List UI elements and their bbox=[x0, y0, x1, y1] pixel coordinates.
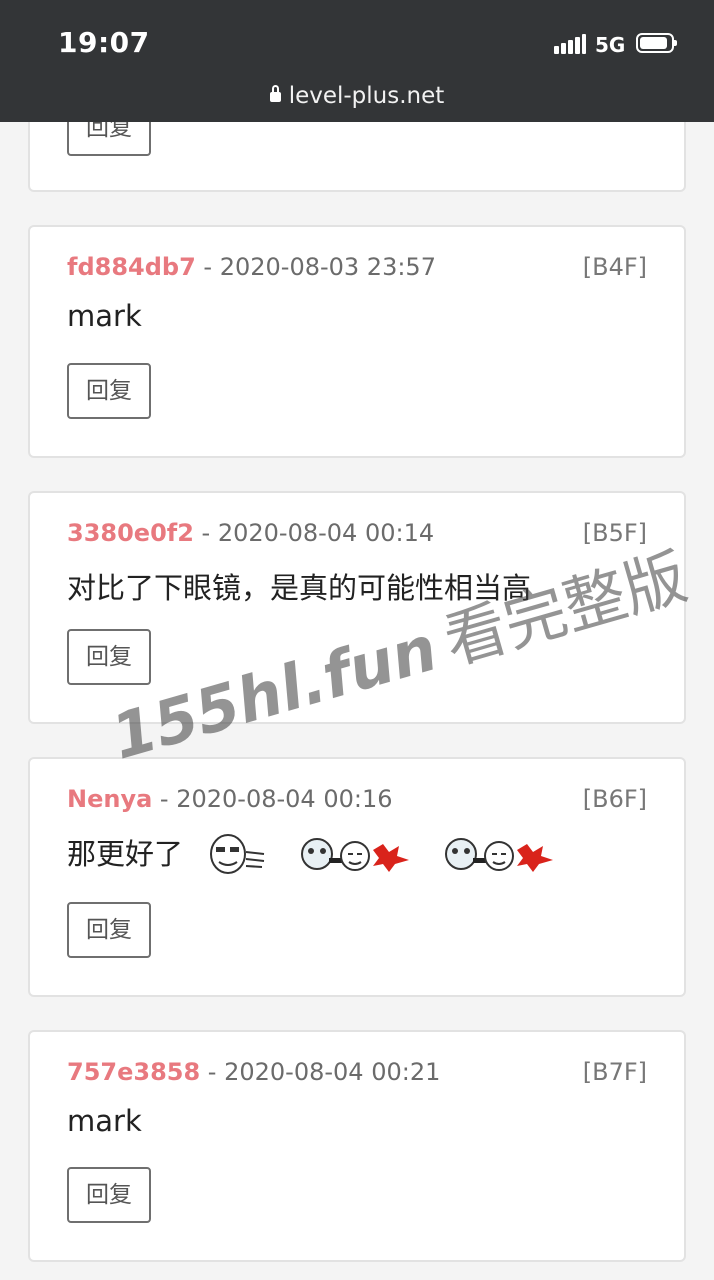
post-time: - 2020-08-04 00:16 bbox=[152, 785, 393, 813]
reply-button[interactable]: 回复 bbox=[67, 1167, 151, 1223]
post-content: mark bbox=[67, 299, 142, 333]
reply-button[interactable]: 回复 bbox=[67, 363, 151, 419]
post-username[interactable]: fd884db7 bbox=[67, 253, 196, 281]
post-username[interactable]: 3380e0f2 bbox=[67, 519, 194, 547]
url-text: level-plus.net bbox=[288, 83, 445, 109]
signal-icon bbox=[554, 34, 586, 54]
post-time: - 2020-08-04 00:21 bbox=[200, 1058, 441, 1086]
post-meta: Nenya - 2020-08-04 00:16 bbox=[67, 785, 392, 813]
meme-shooting-emoji bbox=[301, 838, 410, 872]
post-card: fd884db7 - 2020-08-03 23:57 [B4F] mark 回… bbox=[28, 225, 686, 458]
status-bar: 19:07 5G level-plus.net bbox=[0, 0, 714, 122]
post-card: Nenya - 2020-08-04 00:16 [B6F] 那更好了 回复 bbox=[28, 757, 686, 997]
post-username[interactable]: Nenya bbox=[67, 785, 152, 813]
network-type: 5G bbox=[595, 33, 626, 57]
post-content: 那更好了 bbox=[67, 831, 577, 880]
post-meta: fd884db7 - 2020-08-03 23:57 bbox=[67, 253, 436, 281]
post-meta: 757e3858 - 2020-08-04 00:21 bbox=[67, 1058, 440, 1086]
address-bar[interactable]: level-plus.net bbox=[0, 83, 714, 109]
post-username[interactable]: 757e3858 bbox=[67, 1058, 200, 1086]
status-time: 19:07 bbox=[58, 26, 150, 59]
meme-face-emoji bbox=[210, 834, 265, 874]
post-card: 757e3858 - 2020-08-04 00:21 [B7F] mark 回… bbox=[28, 1030, 686, 1262]
meme-shooting-emoji bbox=[444, 838, 553, 872]
post-floor: [B7F] bbox=[582, 1058, 647, 1086]
post-time: - 2020-08-03 23:57 bbox=[195, 253, 436, 281]
reply-button[interactable]: 回复 bbox=[67, 629, 151, 685]
post-content: mark bbox=[67, 1104, 142, 1138]
reply-button[interactable]: 回复 bbox=[67, 902, 151, 958]
post-time: - 2020-08-04 00:14 bbox=[193, 519, 435, 547]
post-floor: [B6F] bbox=[582, 785, 647, 813]
post-text: 那更好了 bbox=[67, 837, 184, 871]
post-floor: [B4F] bbox=[582, 253, 647, 281]
emoji-group bbox=[206, 832, 576, 880]
lock-icon bbox=[269, 85, 281, 102]
post-meta: 3380e0f2 - 2020-08-04 00:14 bbox=[67, 519, 434, 547]
battery-icon bbox=[636, 33, 677, 53]
